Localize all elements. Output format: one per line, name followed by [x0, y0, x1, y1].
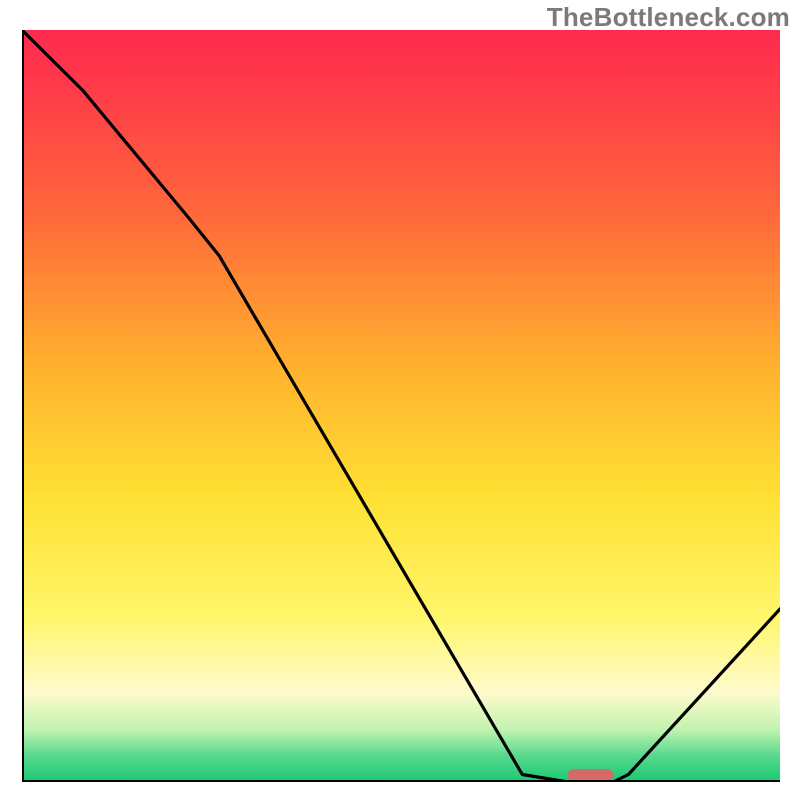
- chart-svg: [22, 30, 780, 782]
- optimal-marker: [568, 769, 614, 781]
- plot-area: [22, 30, 780, 782]
- gradient-background: [22, 30, 780, 782]
- watermark-text: TheBottleneck.com: [547, 2, 790, 33]
- chart-container: TheBottleneck.com: [0, 0, 800, 800]
